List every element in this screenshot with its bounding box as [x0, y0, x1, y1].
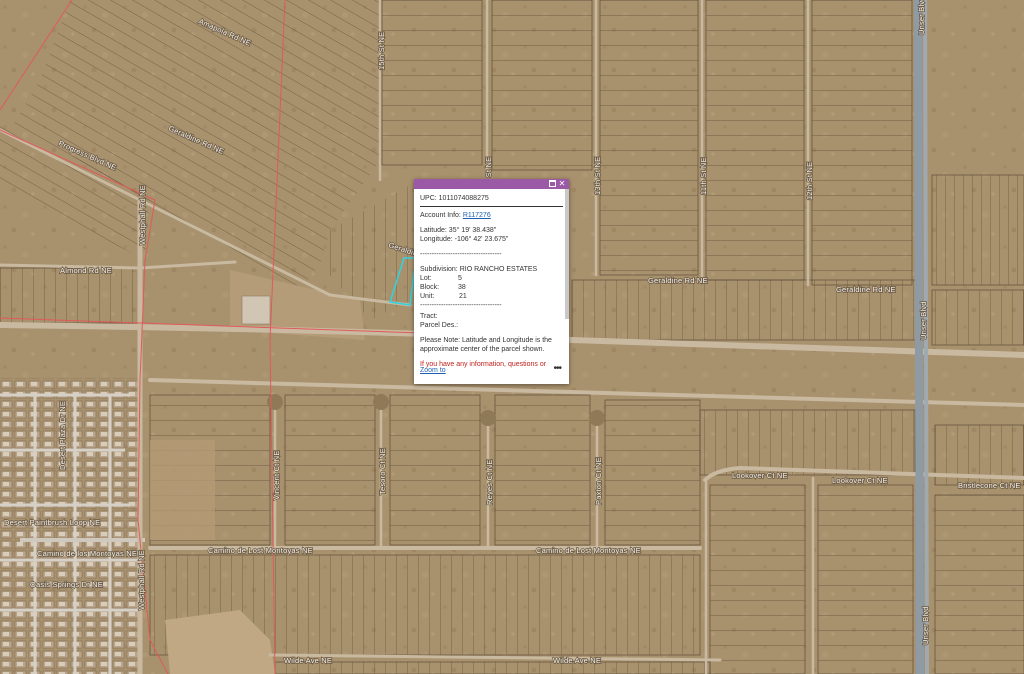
lot-row: Lot: 5	[420, 274, 563, 283]
popup-footer: Zoom to •••	[414, 364, 569, 384]
longitude: Longitude: -106° 42' 23.675"	[420, 236, 509, 243]
account-info: Account Info: R117276	[420, 211, 563, 220]
latitude: Latitude: 35° 19' 38.438"	[420, 227, 497, 234]
label-westphall: Westphall Rd NE	[138, 185, 147, 245]
label-tesoro: Tesoro Ct NE	[378, 448, 387, 495]
popup-scrollbar[interactable]	[565, 189, 569, 319]
label-oasis-springs: Oasis Springs Dr NE	[30, 580, 103, 589]
lot-value: 5	[458, 275, 462, 282]
block-label: Block:	[420, 284, 440, 291]
unit-value: 21	[459, 293, 467, 300]
label-wilde1: Wilde Ave NE	[284, 656, 332, 665]
note: Please Note: Latitude and Longitude is t…	[420, 337, 552, 353]
label-bristlecone: Bristlecone Ct NE	[958, 481, 1021, 490]
label-lookover1: Lookover Ct NE	[732, 471, 788, 480]
tract: Tract:	[420, 313, 438, 320]
label-paxton: Paxton Ct NE	[594, 457, 603, 505]
label-camino-mid1: Camino de Lost Montoyas NE	[208, 546, 313, 555]
close-button[interactable]: ✕	[557, 179, 567, 189]
block-row: Block: 38	[420, 283, 563, 292]
label-wilde2: Wilde Ave NE	[553, 656, 601, 665]
popup-header: ✕	[414, 179, 569, 189]
upc-title: UPC: 1011074088275	[420, 194, 563, 207]
label-camino-mid2: Camino de Lost Montoyas NE	[536, 546, 641, 555]
divider-2: -----------------------------------	[420, 302, 502, 309]
unit-row: Unit: 21	[420, 292, 563, 301]
parcel-des: Parcel Des.:	[420, 322, 459, 329]
close-icon: ✕	[558, 179, 566, 188]
maximize-button[interactable]	[547, 179, 557, 189]
parcel-info-popup[interactable]: ✕ UPC: 1011074088275 Account Info: R1172…	[414, 179, 569, 384]
block-value: 38	[458, 284, 466, 291]
label-lookover2: Lookover Ct NE	[832, 476, 888, 485]
label-reyes: Reyes Ct NE	[485, 459, 494, 505]
label-geraldine-east1: Geraldine Rd NE	[648, 276, 708, 285]
label-13th: 13th St NE	[593, 157, 602, 195]
more-actions-button[interactable]: •••	[553, 364, 561, 374]
zoom-to-link[interactable]: Zoom to	[420, 366, 446, 375]
label-vincent: Vincent Ct NE	[272, 450, 281, 500]
divider-1: -----------------------------------	[420, 251, 502, 258]
label-unser-bottom: Unser Blvd	[921, 606, 930, 645]
label-almond: Almond Rd NE	[60, 266, 112, 275]
label-desert-paintbrush: Desert Paintbrush Loop NE	[4, 518, 100, 527]
popup-body[interactable]: UPC: 1011074088275 Account Info: R117276…	[414, 189, 569, 369]
label-unser-mid: Unser Blvd	[919, 301, 928, 340]
label-westphall-south: Westphall Rd NE	[137, 550, 146, 610]
label-12th: 12th St NE	[805, 162, 814, 200]
label-15th: 15th St NE	[377, 32, 386, 70]
label-unser-top: Unser Blvd	[917, 0, 926, 35]
maximize-icon	[548, 179, 556, 187]
label-camino-left: Camino de los Montoyas NE	[37, 549, 137, 558]
unit-label: Unit:	[420, 293, 435, 300]
label-11th: 11th St NE	[699, 157, 708, 195]
account-label: Account Info:	[420, 212, 463, 219]
subdivision: Subdivision: RIO RANCHO ESTATES	[420, 266, 538, 273]
lot-label: Lot:	[420, 275, 432, 282]
label-desert-plaza: Desert Plaza Dr NE	[58, 401, 67, 470]
label-geraldine-east2: Geraldine Rd NE	[836, 285, 896, 294]
account-link[interactable]: R117276	[463, 212, 491, 219]
